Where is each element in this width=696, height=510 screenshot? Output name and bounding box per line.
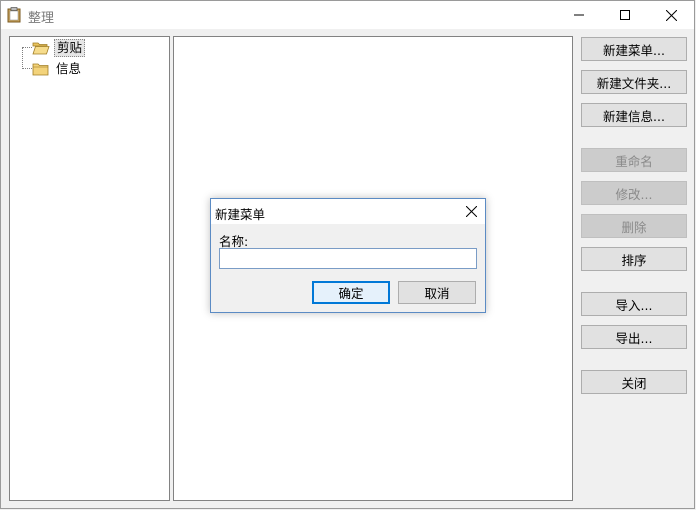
tree-connector-line — [22, 47, 32, 48]
dialog-title-bar[interactable]: 新建菜单 — [211, 199, 485, 224]
folder-icon — [32, 63, 49, 76]
delete-button[interactable]: 删除 — [581, 214, 687, 238]
name-input[interactable] — [219, 248, 477, 269]
close-icon — [665, 9, 677, 21]
tree-connector-line — [22, 47, 23, 69]
folder-tree[interactable]: 剪贴 信息 — [9, 36, 170, 501]
maximize-icon — [620, 10, 630, 20]
minimize-button[interactable] — [556, 1, 602, 29]
modify-button[interactable]: 修改... — [581, 181, 687, 205]
minimize-icon — [574, 14, 584, 16]
rename-button[interactable]: 重命名 — [581, 148, 687, 172]
folder-open-icon — [32, 42, 50, 55]
tree-item-label: 剪贴 — [54, 39, 86, 57]
ok-button[interactable]: 确定 — [312, 281, 390, 304]
dialog-close-button[interactable] — [463, 203, 479, 219]
sort-button[interactable]: 排序 — [581, 247, 687, 271]
tree-item-label: 信息 — [56, 61, 82, 76]
tree-connector-line — [22, 68, 32, 69]
cancel-button[interactable]: 取消 — [398, 281, 476, 304]
new-menu-dialog: 新建菜单 名称: 确定 取消 — [210, 198, 486, 313]
dialog-title: 新建菜单 — [215, 207, 266, 222]
import-button[interactable]: 导入... — [581, 292, 687, 316]
close-icon — [465, 205, 477, 217]
window-title: 整理 — [28, 11, 55, 26]
tree-item-info[interactable]: 信息 — [32, 60, 83, 78]
new-folder-button[interactable]: 新建文件夹... — [581, 70, 687, 94]
title-bar[interactable]: 整理 — [1, 1, 694, 29]
clipboard-app-icon — [7, 7, 21, 23]
close-button[interactable]: 关闭 — [581, 370, 687, 394]
close-window-button[interactable] — [648, 1, 694, 29]
new-menu-button[interactable]: 新建菜单... — [581, 37, 687, 61]
export-button[interactable]: 导出... — [581, 325, 687, 349]
tree-item-clipboard[interactable]: 剪贴 — [32, 39, 86, 57]
new-info-button[interactable]: 新建信息... — [581, 103, 687, 127]
maximize-button[interactable] — [602, 1, 648, 29]
